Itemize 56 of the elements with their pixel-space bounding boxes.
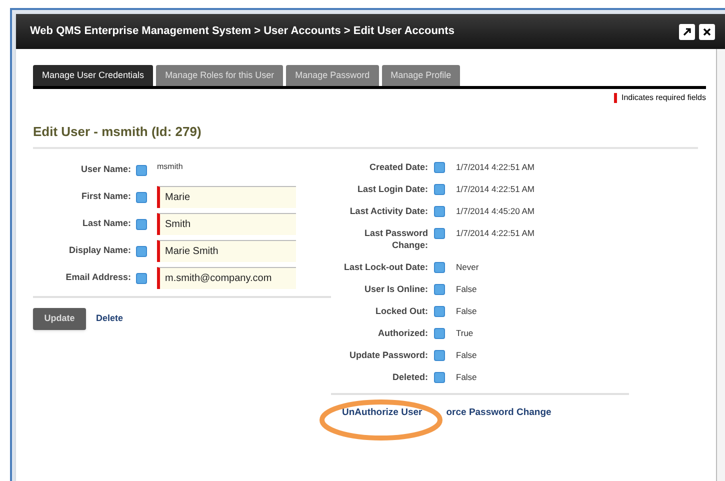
info-label: Last Activity Date: xyxy=(348,205,428,217)
expand-icon[interactable] xyxy=(679,24,695,40)
info-value: False xyxy=(456,305,477,317)
info-label: Update Password: xyxy=(348,349,428,361)
field-label: User Name: xyxy=(80,163,131,176)
help-icon[interactable] xyxy=(434,262,445,273)
required-marker xyxy=(614,93,616,103)
info-value: Never xyxy=(456,261,479,273)
help-icon[interactable] xyxy=(136,164,147,176)
info-label: User Is Online: xyxy=(363,283,428,295)
info-value: 1/7/2014 4:22:51 AM xyxy=(456,161,534,173)
update-button[interactable]: Update xyxy=(33,308,86,330)
info-label: Last Login Date: xyxy=(356,183,428,195)
help-icon[interactable] xyxy=(136,218,147,230)
help-icon[interactable] xyxy=(434,206,445,217)
help-icon[interactable] xyxy=(136,272,147,284)
info-value: 1/7/2014 4:22:51 AM xyxy=(456,183,534,195)
help-icon[interactable] xyxy=(434,328,445,339)
help-icon[interactable] xyxy=(434,228,445,239)
page-heading: Edit User - msmith (Id: 279) xyxy=(33,124,202,139)
field-value: msmith xyxy=(157,161,183,173)
info-label: Last Lock-out Date: xyxy=(342,261,428,273)
help-icon[interactable] xyxy=(434,162,445,173)
info-label: Locked Out: xyxy=(374,305,428,317)
info-value: 1/7/2014 4:45:20 AM xyxy=(456,205,534,217)
tab[interactable]: Manage User Credentials xyxy=(33,65,154,86)
help-icon[interactable] xyxy=(434,350,445,361)
window-title: Web QMS Enterprise Management System > User Accounts > Edit User Accounts xyxy=(30,24,454,40)
text-field[interactable]: Marie Smith xyxy=(157,240,296,262)
help-icon[interactable] xyxy=(434,284,445,295)
info-value: False xyxy=(456,371,477,383)
info-label: Authorized: xyxy=(377,327,428,339)
info-value: False xyxy=(456,283,477,295)
field-label: Last Name: xyxy=(81,217,131,230)
scrollbar[interactable] xyxy=(716,49,725,481)
action-link[interactable]: orce Password Change xyxy=(446,406,552,420)
info-value: False xyxy=(456,349,477,361)
info-value: 1/7/2014 4:22:51 AM xyxy=(456,227,534,239)
delete-link[interactable]: Delete xyxy=(96,312,124,326)
info-label: Last Password Change: xyxy=(363,227,428,251)
info-label: Deleted: xyxy=(391,371,428,383)
field-label: First Name: xyxy=(80,190,131,204)
field-label: Email Address: xyxy=(64,271,131,284)
help-icon[interactable] xyxy=(434,306,445,317)
required-note: Indicates required fields xyxy=(622,92,706,104)
info-label: Created Date: xyxy=(368,161,428,173)
field-label: Display Name: xyxy=(68,244,131,258)
text-field[interactable]: m.smith@company.com xyxy=(157,267,296,289)
close-icon[interactable] xyxy=(699,24,715,40)
text-field[interactable]: Smith xyxy=(157,213,296,235)
text-field[interactable]: Marie xyxy=(157,186,296,208)
help-icon[interactable] xyxy=(434,184,445,195)
info-value: True xyxy=(456,327,474,339)
help-icon[interactable] xyxy=(434,372,445,383)
help-icon[interactable] xyxy=(136,192,147,202)
help-icon[interactable] xyxy=(136,246,147,256)
